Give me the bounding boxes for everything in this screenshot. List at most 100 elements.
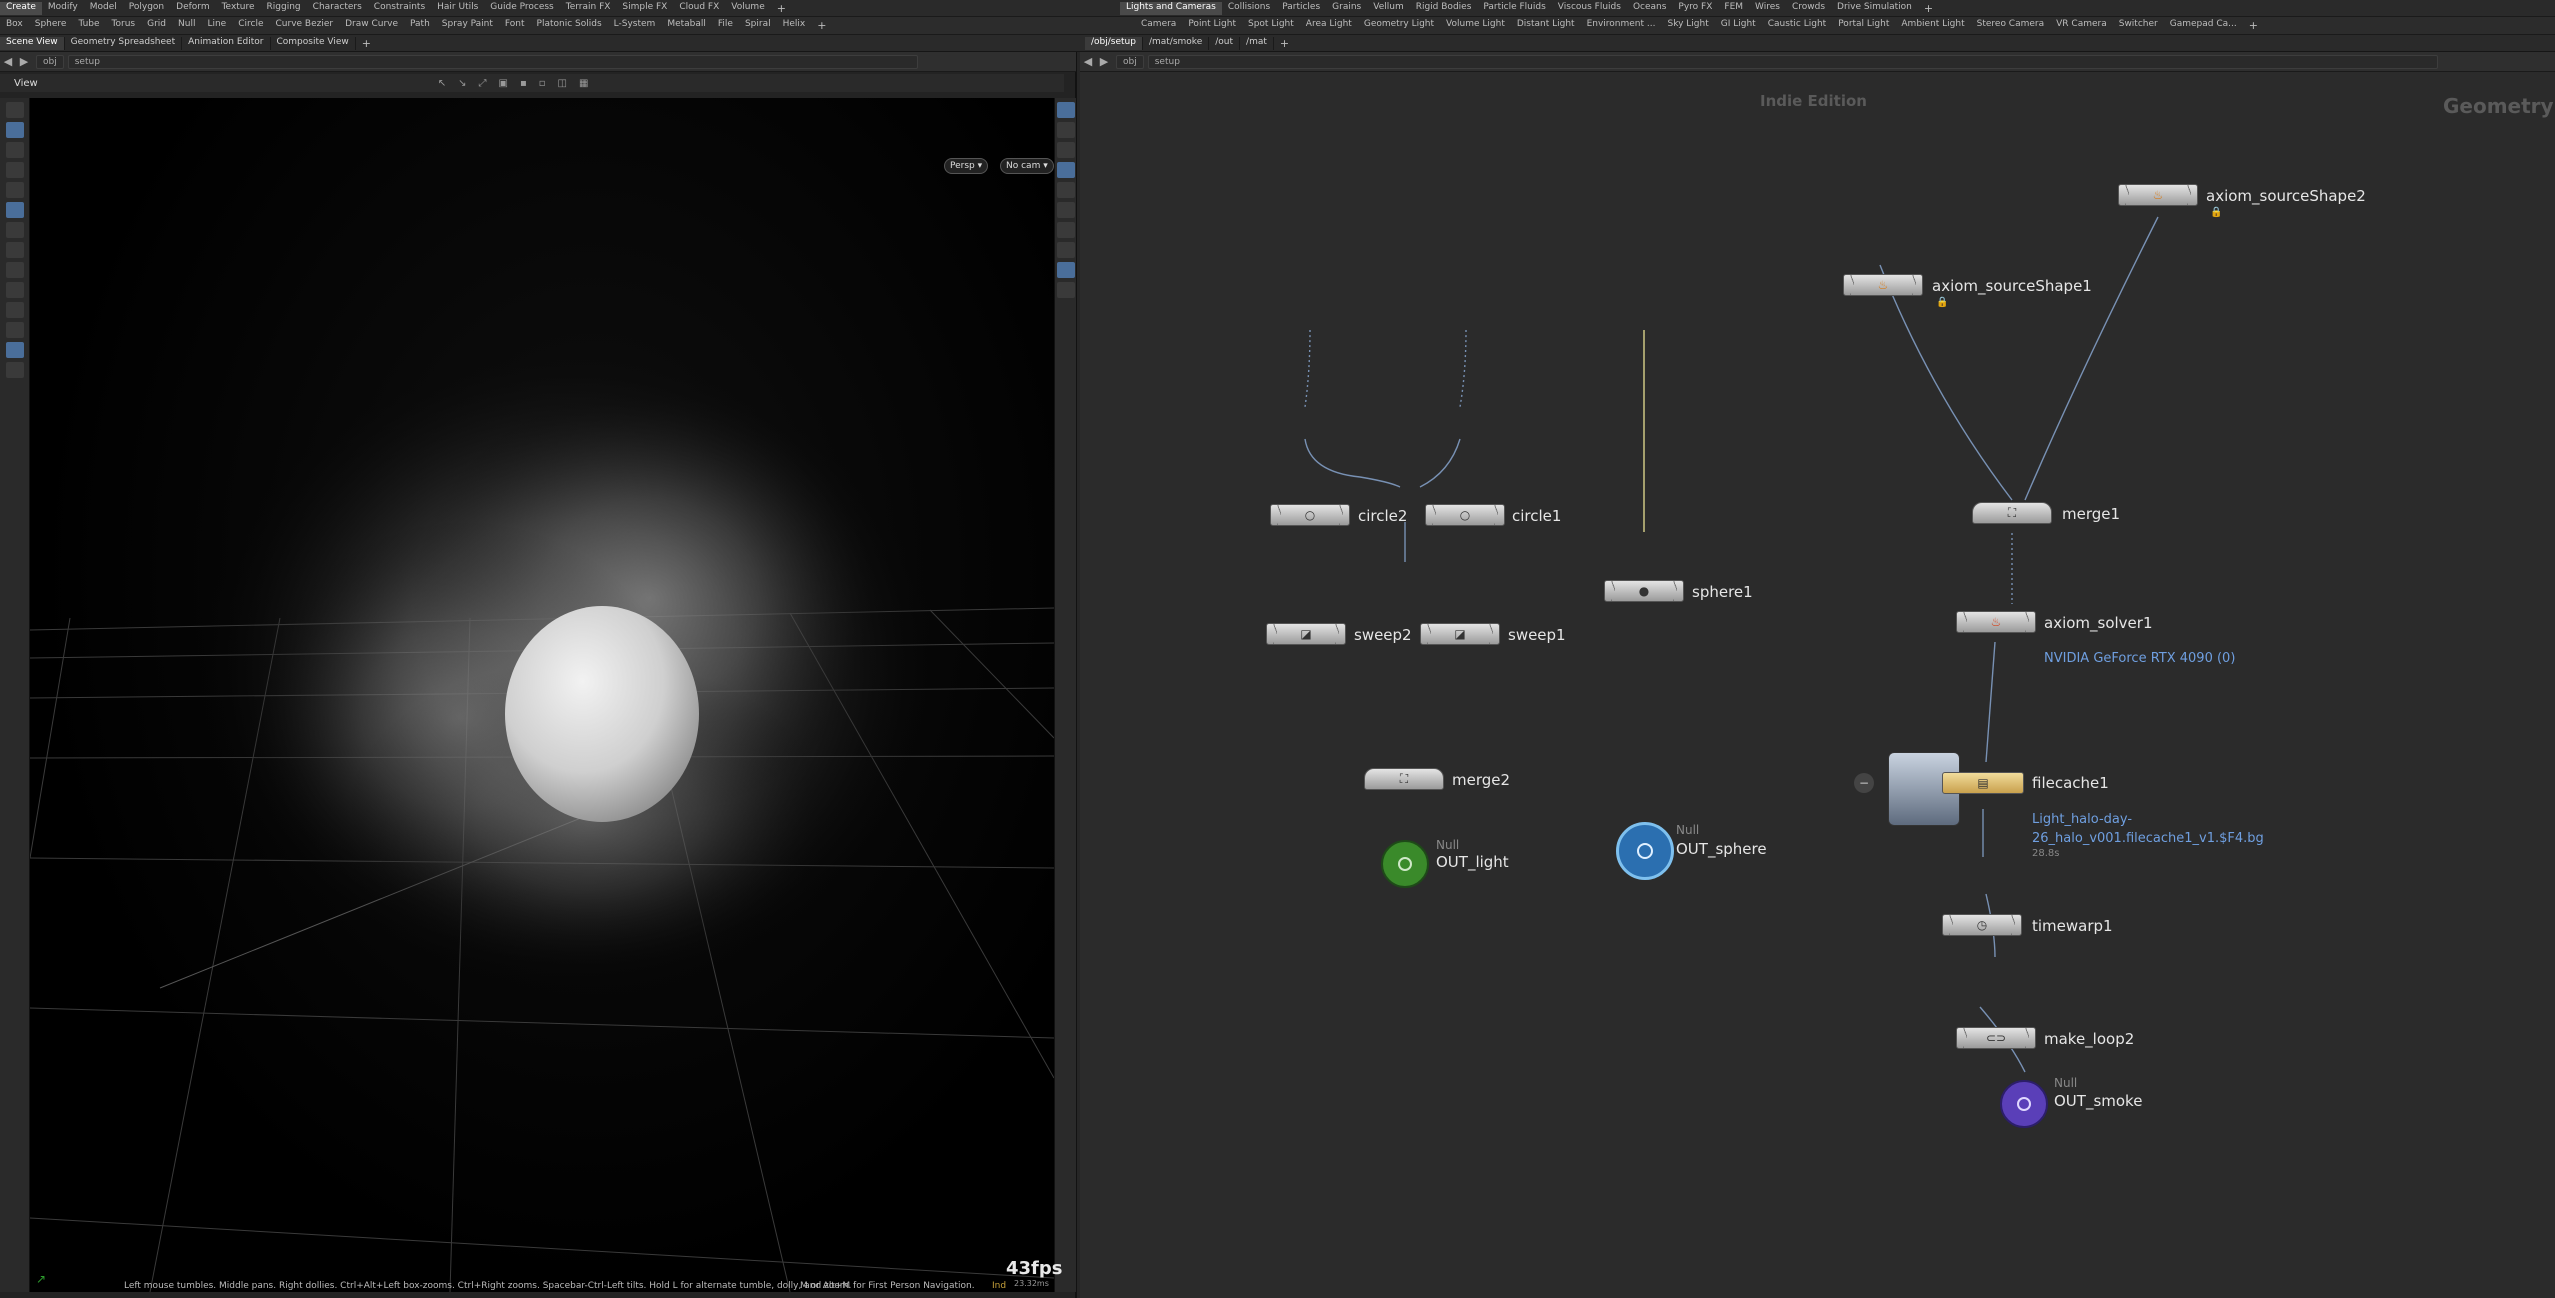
shelf-tab-13[interactable]: Cloud FX: [673, 2, 725, 15]
right-tool-16[interactable]: Gamepad Ca...: [2164, 19, 2243, 32]
paint-icon[interactable]: [5, 242, 24, 258]
right-tool-4[interactable]: Geometry Light: [1358, 19, 1440, 32]
normals-icon[interactable]: [1056, 222, 1075, 238]
node-circle2[interactable]: ○: [1270, 504, 1350, 526]
tool-add-icon[interactable]: +: [811, 19, 832, 32]
tool-14[interactable]: L-System: [608, 19, 662, 32]
right-tool-15[interactable]: Switcher: [2113, 19, 2164, 32]
node-out-smoke[interactable]: [2000, 1080, 2048, 1128]
right-shelf-tab-12[interactable]: Crowds: [1786, 2, 1831, 15]
node-timewarp1[interactable]: ◷: [1942, 914, 2022, 936]
right-tool-13[interactable]: Stereo Camera: [1971, 19, 2051, 32]
wire-icon[interactable]: [1056, 142, 1075, 158]
display-icon[interactable]: [1056, 102, 1075, 118]
shade-icon[interactable]: [1056, 122, 1075, 138]
light-display-icon[interactable]: [1056, 262, 1075, 278]
left-pane-tab-add-icon[interactable]: +: [356, 37, 377, 50]
right-shelf-tab-8[interactable]: Oceans: [1627, 2, 1672, 15]
node-out-light[interactable]: [1381, 840, 1429, 888]
node-axiom-solver1[interactable]: ♨: [1956, 611, 2036, 633]
right-tool-8[interactable]: Sky Light: [1661, 19, 1714, 32]
pose-icon[interactable]: [5, 222, 24, 238]
right-tool-5[interactable]: Volume Light: [1440, 19, 1511, 32]
right-shelf-tab-3[interactable]: Grains: [1326, 2, 1367, 15]
camera-icon[interactable]: [5, 282, 24, 298]
shelf-tab-4[interactable]: Deform: [170, 2, 215, 15]
right-shelf-tab-7[interactable]: Viscous Fluids: [1552, 2, 1627, 15]
tool-2[interactable]: Tube: [72, 19, 105, 32]
path-root[interactable]: obj: [36, 54, 64, 69]
shelf-tab-12[interactable]: Simple FX: [616, 2, 673, 15]
lock-flag-icon[interactable]: 🔒: [2210, 207, 2222, 218]
scale-icon[interactable]: [5, 182, 24, 198]
shelf-tab-2[interactable]: Model: [84, 2, 123, 15]
left-pane-tab-0[interactable]: Scene View: [0, 36, 65, 50]
3d-viewport[interactable]: ↗ Persp ▾ No cam ▾: [30, 98, 1054, 1292]
handle-icon[interactable]: [5, 102, 24, 118]
right-pane-tab-2[interactable]: /out: [1209, 36, 1241, 50]
tool-17[interactable]: Spiral: [739, 19, 777, 32]
tool-1[interactable]: Sphere: [29, 19, 73, 32]
left-pane-tab-2[interactable]: Animation Editor: [182, 36, 271, 50]
select-icon[interactable]: [5, 122, 24, 138]
network-editor-pane[interactable]: ◀ ▶ obj setup Indie Edition Geometry ○ c…: [1080, 52, 2555, 1298]
tool-15[interactable]: Metaball: [661, 19, 712, 32]
shelf-tab-8[interactable]: Constraints: [368, 2, 431, 15]
node-merge2[interactable]: ⛶: [1364, 768, 1444, 790]
right-shelf-tab-add-icon[interactable]: +: [1918, 2, 1939, 15]
node-make-loop2[interactable]: ⊂⊃: [1956, 1027, 2036, 1049]
right-tool-0[interactable]: Camera: [1135, 19, 1182, 32]
bg-icon[interactable]: [1056, 162, 1075, 178]
node-filecache1[interactable]: ▤: [1942, 772, 2024, 794]
shelf-tab-11[interactable]: Terrain FX: [560, 2, 617, 15]
node-sweep1[interactable]: ◪: [1420, 623, 1500, 645]
right-tool-10[interactable]: Caustic Light: [1762, 19, 1833, 32]
lock-flag-icon[interactable]: 🔒: [1936, 297, 1948, 308]
tool-6[interactable]: Line: [201, 19, 232, 32]
shelf-tab-5[interactable]: Texture: [216, 2, 261, 15]
right-pane-tab-3[interactable]: /mat: [1240, 36, 1274, 50]
right-shelf-tab-5[interactable]: Rigid Bodies: [1410, 2, 1478, 15]
right-shelf-tab-13[interactable]: Drive Simulation: [1831, 2, 1918, 15]
right-shelf-tab-4[interactable]: Vellum: [1367, 2, 1409, 15]
tool-3[interactable]: Torus: [106, 19, 142, 32]
camera-menu[interactable]: No cam ▾: [1000, 158, 1054, 174]
node-sphere1[interactable]: ●: [1604, 580, 1684, 602]
left-pane-tab-3[interactable]: Composite View: [271, 36, 356, 50]
shelf-tab-7[interactable]: Characters: [307, 2, 368, 15]
right-pane-tab-1[interactable]: /mat/smoke: [1143, 36, 1210, 50]
lock-icon[interactable]: [5, 202, 24, 218]
node-merge1[interactable]: ⛶: [1972, 502, 2052, 524]
right-tool-6[interactable]: Distant Light: [1511, 19, 1581, 32]
magnet-icon[interactable]: [5, 362, 24, 378]
move-icon[interactable]: [5, 142, 24, 158]
tool-18[interactable]: Helix: [777, 19, 812, 32]
shadow-icon[interactable]: [1056, 282, 1075, 298]
points-icon[interactable]: [1056, 202, 1075, 218]
node-out-sphere[interactable]: [1616, 822, 1674, 880]
back-arrow-icon[interactable]: ◀: [0, 55, 16, 68]
snap-icon[interactable]: [5, 322, 24, 338]
view-icon[interactable]: [5, 342, 24, 358]
right-shelf-tab-1[interactable]: Collisions: [1222, 2, 1276, 15]
tool-10[interactable]: Path: [404, 19, 436, 32]
right-tool-11[interactable]: Portal Light: [1832, 19, 1895, 32]
persp-menu[interactable]: Persp ▾: [944, 158, 989, 174]
ghost-icon[interactable]: [1056, 182, 1075, 198]
tool-9[interactable]: Draw Curve: [339, 19, 404, 32]
shelf-tab-add-icon[interactable]: +: [771, 2, 792, 15]
tool-7[interactable]: Circle: [232, 19, 269, 32]
shelf-tab-3[interactable]: Polygon: [123, 2, 170, 15]
right-shelf-tab-11[interactable]: Wires: [1749, 2, 1786, 15]
viewport-tools-icons[interactable]: ↖↘⤢▣▪▫◫▦: [438, 78, 601, 89]
right-shelf-tab-0[interactable]: Lights and Cameras: [1120, 1, 1222, 15]
node-circle1[interactable]: ○: [1425, 504, 1505, 526]
shelf-tab-6[interactable]: Rigging: [261, 2, 307, 15]
right-tool-14[interactable]: VR Camera: [2050, 19, 2113, 32]
tool-12[interactable]: Font: [499, 19, 531, 32]
forward-arrow-icon[interactable]: ▶: [16, 55, 32, 68]
tool-0[interactable]: Box: [0, 19, 29, 32]
right-pane-tab-add-icon[interactable]: +: [1274, 37, 1295, 50]
shelf-tab-9[interactable]: Hair Utils: [431, 2, 484, 15]
tool-13[interactable]: Platonic Solids: [531, 19, 608, 32]
